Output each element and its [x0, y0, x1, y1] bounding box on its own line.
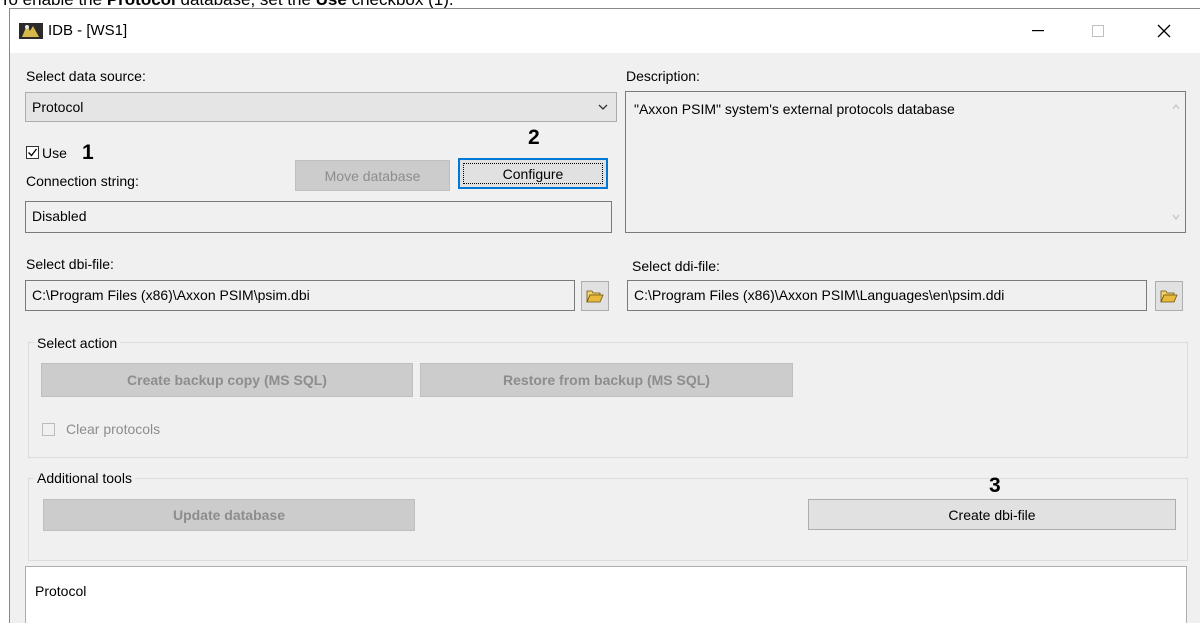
dbi-browse-button[interactable] — [581, 281, 609, 311]
update-database-button[interactable]: Update database — [43, 499, 415, 531]
maximize-icon — [1092, 25, 1104, 37]
open-folder-icon — [586, 290, 604, 303]
datasource-label: Select data source: — [26, 68, 146, 84]
use-checkbox[interactable] — [26, 146, 39, 159]
minimize-icon — [1032, 30, 1044, 32]
connection-string-label: Connection string: — [26, 173, 139, 189]
minimize-button[interactable] — [1016, 9, 1060, 53]
configure-button[interactable]: Configure — [458, 158, 608, 189]
ddi-file-label: Select ddi-file: — [632, 258, 720, 274]
ddi-file-field[interactable]: C:\Program Files (x86)\Axxon PSIM\Langua… — [627, 280, 1147, 311]
create-backup-button[interactable]: Create backup copy (MS SQL) — [41, 363, 413, 397]
datasource-select[interactable]: Protocol — [25, 92, 617, 122]
window-title: IDB - [WS1] — [48, 22, 128, 39]
log-output: Protocol — [25, 566, 1187, 623]
dbi-file-path: C:\Program Files (x86)\Axxon PSIM\psim.d… — [32, 287, 310, 303]
checkmark-icon — [28, 148, 38, 157]
clear-protocols-label[interactable]: Clear protocols — [66, 420, 160, 438]
move-database-button[interactable]: Move database — [295, 160, 450, 191]
marker-3: 3 — [989, 474, 1001, 497]
description-scrollbar[interactable] — [1167, 92, 1185, 232]
clear-protocols-checkbox[interactable] — [42, 423, 55, 436]
marker-1: 1 — [82, 141, 94, 164]
configure-button-label: Configure — [463, 163, 603, 184]
ddi-browse-button[interactable] — [1155, 281, 1183, 311]
log-text: Protocol — [35, 583, 87, 599]
dbi-file-field[interactable]: C:\Program Files (x86)\Axxon PSIM\psim.d… — [25, 280, 575, 311]
description-box: "Axxon PSIM" system's external protocols… — [625, 91, 1186, 233]
close-button[interactable] — [1142, 9, 1186, 53]
connection-string-value: Disabled — [32, 208, 87, 224]
description-text: "Axxon PSIM" system's external protocols… — [634, 101, 955, 117]
additional-tools-title: Additional tools — [34, 469, 135, 487]
chevron-down-icon — [598, 104, 608, 110]
create-dbi-file-button[interactable]: Create dbi-file — [808, 499, 1176, 530]
datasource-value: Protocol — [32, 99, 84, 115]
idb-window: IDB - [WS1] Select data source: Protocol… — [9, 8, 1200, 623]
use-checkbox-label[interactable]: Use — [42, 144, 67, 162]
ddi-file-path: C:\Program Files (x86)\Axxon PSIM\Langua… — [634, 287, 1005, 303]
dbi-file-label: Select dbi-file: — [26, 256, 114, 272]
connection-string-field[interactable]: Disabled — [25, 201, 612, 233]
app-icon — [19, 21, 43, 41]
maximize-button[interactable] — [1076, 9, 1120, 53]
restore-backup-button[interactable]: Restore from backup (MS SQL) — [420, 363, 793, 397]
open-folder-icon — [1160, 290, 1178, 303]
scroll-up-icon — [1172, 104, 1180, 110]
scroll-down-icon — [1172, 214, 1180, 220]
select-action-group — [28, 342, 1188, 458]
title-bar: IDB - [WS1] — [10, 9, 1200, 53]
close-icon — [1157, 24, 1171, 38]
description-label: Description: — [626, 68, 700, 84]
marker-2: 2 — [528, 126, 540, 149]
select-action-title: Select action — [34, 334, 121, 352]
